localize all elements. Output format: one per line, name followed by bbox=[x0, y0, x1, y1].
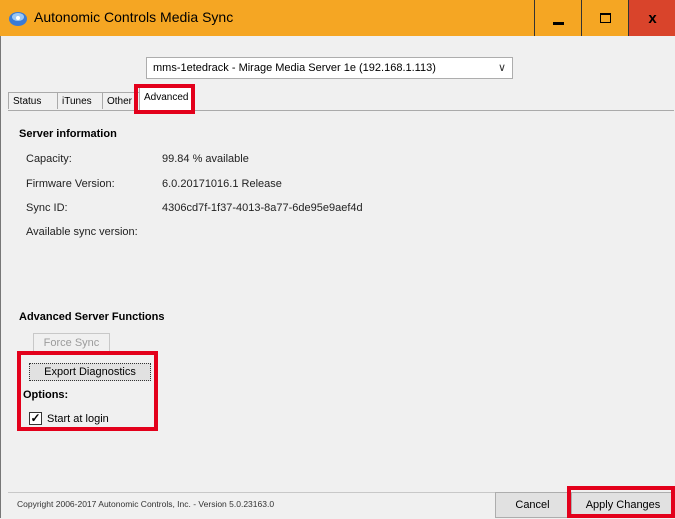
apply-changes-button[interactable]: Apply Changes bbox=[571, 492, 675, 518]
maximize-button[interactable] bbox=[581, 0, 629, 36]
server-select-value: mms-1etedrack - Mirage Media Server 1e (… bbox=[153, 62, 436, 74]
cancel-button[interactable]: Cancel bbox=[495, 492, 570, 518]
force-sync-button[interactable]: Force Sync bbox=[33, 333, 110, 353]
export-diagnostics-button[interactable]: Export Diagnostics bbox=[29, 363, 151, 381]
firmware-label: Firmware Version: bbox=[26, 178, 115, 190]
title-bar: Autonomic Controls Media Sync x bbox=[0, 0, 675, 36]
start-at-login-label: Start at login bbox=[47, 413, 109, 425]
sync-id-label: Sync ID: bbox=[26, 202, 68, 214]
sync-id-value: 4306cd7f-1f37-4013-8a77-6de95e9aef4d bbox=[162, 202, 363, 214]
options-heading: Options: bbox=[23, 389, 69, 401]
server-info-heading: Server information bbox=[19, 128, 117, 140]
tab-status[interactable]: Status bbox=[8, 92, 58, 109]
minimize-button[interactable] bbox=[534, 0, 582, 36]
maximize-icon bbox=[600, 13, 611, 23]
advanced-panel bbox=[8, 110, 674, 481]
firmware-value: 6.0.20171016.1 Release bbox=[162, 178, 282, 190]
advanced-functions-heading: Advanced Server Functions bbox=[19, 311, 165, 323]
close-icon: x bbox=[648, 9, 657, 27]
start-at-login-checkbox[interactable]: ✓ bbox=[29, 412, 42, 425]
server-select[interactable]: mms-1etedrack - Mirage Media Server 1e (… bbox=[146, 57, 513, 79]
chevron-down-icon: ∨ bbox=[497, 62, 506, 74]
capacity-value: 99.84 % available bbox=[162, 153, 249, 165]
tab-itunes[interactable]: iTunes bbox=[57, 92, 103, 109]
window-title: Autonomic Controls Media Sync bbox=[34, 9, 234, 25]
app-logo-icon bbox=[9, 12, 27, 26]
capacity-label: Capacity: bbox=[26, 153, 72, 165]
copyright-text: Copyright 2006-2017 Autonomic Controls, … bbox=[17, 499, 275, 509]
tab-other[interactable]: Other bbox=[102, 92, 140, 109]
sync-version-label: Available sync version: bbox=[26, 226, 138, 238]
tab-advanced[interactable]: Advanced bbox=[139, 87, 194, 110]
close-button[interactable]: x bbox=[628, 0, 675, 36]
minimize-icon bbox=[553, 21, 564, 25]
